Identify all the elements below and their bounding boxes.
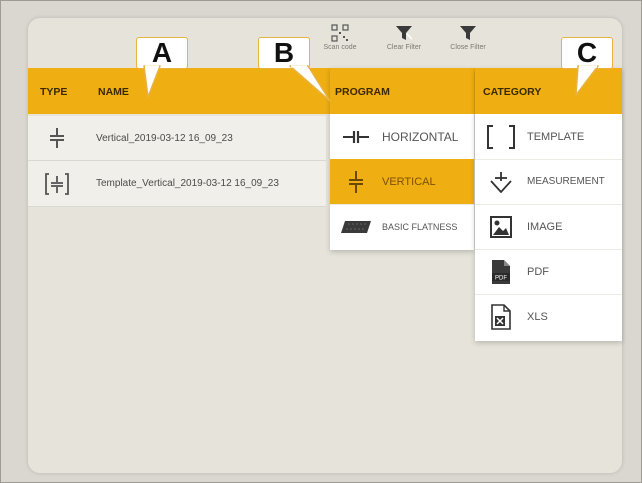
table-row[interactable]: Vertical_2019-03-12 16_09_23 bbox=[28, 116, 326, 161]
scan-code-button[interactable]: Scan code bbox=[312, 24, 368, 64]
basic-flatness-icon bbox=[330, 220, 382, 234]
program-option-label: BASIC FLATNESS bbox=[382, 221, 458, 232]
vertical-program-icon bbox=[28, 127, 86, 149]
close-filter-button[interactable]: Close Filter bbox=[440, 24, 496, 64]
program-option-basic-flatness[interactable]: BASIC FLATNESS bbox=[330, 204, 474, 249]
callout-c-pointer bbox=[575, 65, 599, 96]
category-option-label: IMAGE bbox=[527, 220, 563, 233]
program-dropdown[interactable]: PROGRAM HORIZONTAL VERTICAL BASIC FLATNE… bbox=[330, 68, 474, 250]
horizontal-icon bbox=[330, 130, 382, 144]
category-option-label: PDF bbox=[527, 265, 549, 278]
table-row[interactable]: Template_Vertical_2019-03-12 16_09_23 bbox=[28, 161, 326, 207]
category-option-template[interactable]: TEMPLATE bbox=[475, 114, 622, 160]
callout-a-pointer bbox=[143, 65, 161, 98]
callout-b-pointer bbox=[289, 65, 331, 102]
measurement-icon bbox=[475, 171, 527, 193]
vertical-icon bbox=[330, 170, 382, 194]
category-option-measurement[interactable]: MEASUREMENT bbox=[475, 159, 622, 205]
row-name: Vertical_2019-03-12 16_09_23 bbox=[96, 132, 233, 144]
category-option-label: TEMPLATE bbox=[527, 130, 585, 143]
qr-code-icon bbox=[331, 24, 349, 42]
program-option-horizontal[interactable]: HORIZONTAL bbox=[330, 114, 474, 160]
svg-text:PDF: PDF bbox=[495, 275, 507, 281]
category-column-header: CATEGORY bbox=[483, 86, 542, 98]
clear-filter-icon bbox=[396, 26, 413, 40]
image-icon bbox=[475, 215, 527, 238]
scan-code-label: Scan code bbox=[323, 44, 357, 51]
program-option-label: HORIZONTAL bbox=[382, 129, 459, 144]
template-bracket-icon bbox=[475, 124, 527, 150]
category-dropdown[interactable]: CATEGORY TEMPLATE MEASUREMENT IMAGE PDF … bbox=[475, 68, 622, 341]
row-name: Template_Vertical_2019-03-12 16_09_23 bbox=[96, 178, 279, 189]
xls-file-icon bbox=[475, 303, 527, 330]
program-option-label: VERTICAL bbox=[382, 175, 436, 188]
name-column-header[interactable]: NAME bbox=[98, 86, 129, 98]
template-vertical-icon bbox=[28, 172, 86, 196]
program-header-cell[interactable]: PROGRAM bbox=[330, 68, 474, 114]
category-option-label: MEASUREMENT bbox=[527, 176, 605, 187]
program-option-vertical[interactable]: VERTICAL bbox=[330, 159, 474, 205]
category-option-xls[interactable]: XLS bbox=[475, 294, 622, 339]
category-option-image[interactable]: IMAGE bbox=[475, 204, 622, 250]
funnel-icon bbox=[460, 26, 476, 40]
category-option-label: XLS bbox=[527, 310, 548, 323]
clear-filter-label: Clear Filter bbox=[386, 44, 422, 51]
category-option-pdf[interactable]: PDF PDF bbox=[475, 249, 622, 295]
pdf-file-icon: PDF bbox=[475, 259, 527, 285]
type-column-header[interactable]: TYPE bbox=[40, 86, 67, 98]
clear-filter-button[interactable]: Clear Filter bbox=[376, 24, 432, 64]
close-filter-label: Close Filter bbox=[450, 44, 486, 51]
program-column-header: PROGRAM bbox=[335, 86, 390, 98]
